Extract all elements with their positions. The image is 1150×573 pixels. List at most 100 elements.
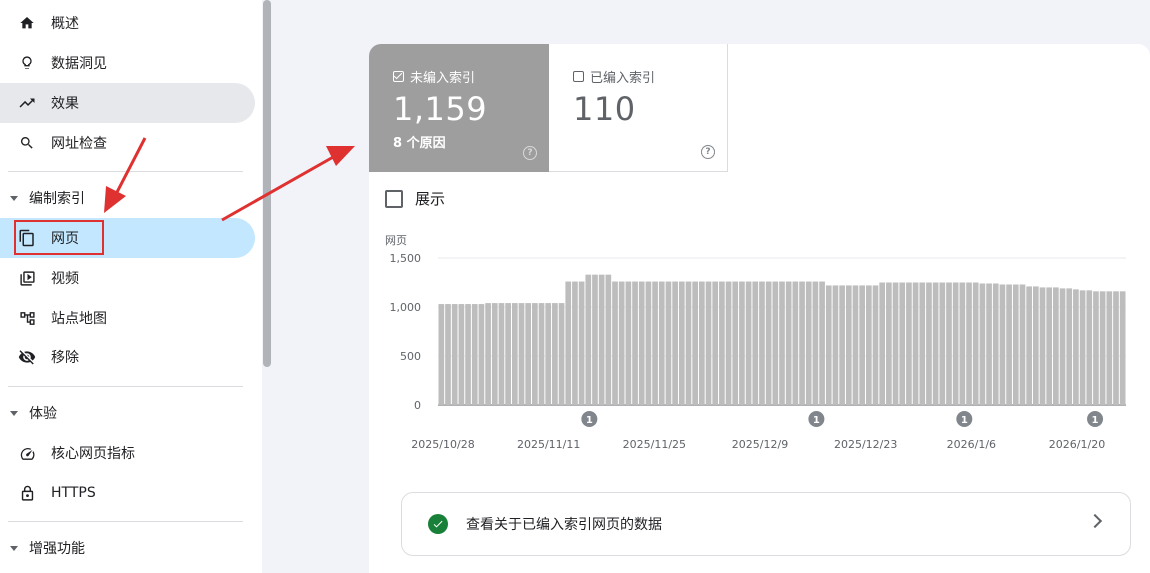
bar bbox=[451, 304, 458, 405]
bar bbox=[839, 285, 845, 405]
bar bbox=[939, 282, 946, 405]
sidebar-item-label: 移除 bbox=[51, 350, 79, 366]
bar bbox=[992, 283, 999, 405]
bar bbox=[946, 282, 952, 405]
bar bbox=[1053, 287, 1059, 405]
sidebar-item-sitemaps[interactable]: 站点地图 bbox=[0, 298, 255, 338]
indexed-pages-data-link[interactable]: 查看关于已编入索引网页的数据 bbox=[401, 492, 1131, 556]
sidebar-item-videos[interactable]: 视频 bbox=[0, 258, 255, 298]
bar bbox=[445, 304, 451, 405]
bar bbox=[625, 281, 632, 405]
bar bbox=[632, 281, 638, 405]
bar bbox=[532, 303, 538, 405]
show-toggle[interactable]: 展示 bbox=[385, 188, 445, 209]
bar bbox=[1086, 290, 1093, 405]
trending-up-icon bbox=[18, 94, 36, 112]
sidebar-item-insights[interactable]: 数据洞见 bbox=[0, 43, 255, 83]
bar bbox=[959, 282, 966, 405]
sidebar-item-performance[interactable]: 效果 bbox=[0, 83, 255, 123]
section-header-indexing[interactable]: 编制索引 bbox=[0, 180, 255, 216]
x-tick-label: 2025/12/23 bbox=[834, 438, 897, 451]
annotation-arrowhead bbox=[326, 146, 355, 166]
bar bbox=[511, 303, 518, 405]
bar bbox=[812, 281, 819, 405]
show-checkbox[interactable] bbox=[385, 189, 403, 208]
card-value: 110 bbox=[573, 90, 636, 128]
bar bbox=[518, 303, 525, 405]
section-title: 编制索引 bbox=[29, 191, 85, 207]
bar bbox=[986, 283, 992, 405]
bar bbox=[1073, 289, 1079, 405]
checkbox-checked-icon[interactable] bbox=[393, 71, 404, 82]
bar bbox=[926, 282, 932, 405]
bar bbox=[1019, 284, 1026, 405]
annotation-marker-label: 1 bbox=[1092, 415, 1099, 426]
bar bbox=[886, 282, 892, 405]
video-icon bbox=[18, 269, 36, 287]
y-tick-label: 1,000 bbox=[390, 301, 422, 314]
checkbox-unchecked-icon[interactable] bbox=[573, 71, 584, 82]
bar bbox=[759, 281, 765, 405]
card-label: 未编入索引 bbox=[410, 71, 476, 86]
divider bbox=[8, 171, 243, 172]
bar bbox=[785, 281, 792, 405]
bar bbox=[919, 282, 926, 405]
bar bbox=[465, 304, 471, 405]
sidebar-item-label: 效果 bbox=[51, 96, 79, 112]
annotation-marker-label: 1 bbox=[961, 415, 968, 426]
bar bbox=[779, 281, 785, 405]
bar bbox=[712, 281, 719, 405]
bar bbox=[645, 281, 652, 405]
bar bbox=[652, 281, 658, 405]
bar bbox=[705, 281, 712, 405]
bar bbox=[618, 281, 625, 405]
bar bbox=[1119, 291, 1126, 405]
sidebar-scrollbar[interactable] bbox=[263, 0, 271, 367]
bar bbox=[799, 281, 805, 405]
bar bbox=[1006, 284, 1012, 405]
not-indexed-card[interactable]: 未编入索引 1,159 8 个原因 ? bbox=[369, 44, 549, 172]
sidebar-item-removals[interactable]: 移除 bbox=[0, 337, 255, 377]
caret-down-icon bbox=[10, 545, 18, 551]
help-icon[interactable]: ? bbox=[523, 146, 537, 160]
y-tick-label: 0 bbox=[414, 399, 421, 412]
lock-icon bbox=[18, 484, 36, 502]
sidebar-item-label: 站点地图 bbox=[51, 311, 107, 327]
sidebar-item-label: 概述 bbox=[51, 16, 79, 32]
bar bbox=[805, 281, 812, 405]
bar bbox=[538, 303, 545, 405]
bar bbox=[999, 284, 1006, 405]
indexed-card[interactable]: 已编入索引 110 ? bbox=[549, 44, 728, 172]
card-reasons: 8 个原因 bbox=[393, 136, 446, 151]
section-header-enhancements[interactable]: 增强功能 bbox=[0, 530, 255, 566]
x-tick-label: 2026/1/20 bbox=[1049, 438, 1105, 451]
bar bbox=[979, 283, 986, 405]
bar bbox=[605, 274, 612, 405]
bar bbox=[525, 303, 532, 405]
help-icon[interactable]: ? bbox=[701, 145, 715, 159]
sidebar-item-core-web-vitals[interactable]: 核心网页指标 bbox=[0, 433, 255, 473]
bar bbox=[1113, 291, 1119, 405]
bar bbox=[966, 282, 972, 405]
bar bbox=[819, 281, 825, 405]
bar bbox=[906, 282, 912, 405]
bar bbox=[719, 281, 725, 405]
section-header-experience[interactable]: 体验 bbox=[0, 395, 255, 431]
bar bbox=[585, 274, 592, 405]
section-title: 增强功能 bbox=[29, 541, 85, 557]
card-value: 1,159 bbox=[393, 90, 488, 128]
bar bbox=[665, 281, 672, 405]
sidebar-item-https[interactable]: HTTPS bbox=[0, 473, 255, 513]
home-icon bbox=[18, 14, 36, 32]
bar bbox=[752, 281, 759, 405]
bar bbox=[899, 282, 906, 405]
bar bbox=[658, 281, 665, 405]
bar bbox=[1032, 286, 1039, 405]
sidebar-item-overview[interactable]: 概述 bbox=[0, 3, 255, 43]
y-tick-label: 500 bbox=[400, 350, 421, 363]
bar bbox=[578, 281, 585, 405]
bar bbox=[598, 274, 605, 405]
y-tick-label: 1,500 bbox=[390, 252, 422, 265]
sidebar-item-url-inspection[interactable]: 网址检查 bbox=[0, 123, 255, 163]
card-label: 已编入索引 bbox=[590, 71, 656, 86]
